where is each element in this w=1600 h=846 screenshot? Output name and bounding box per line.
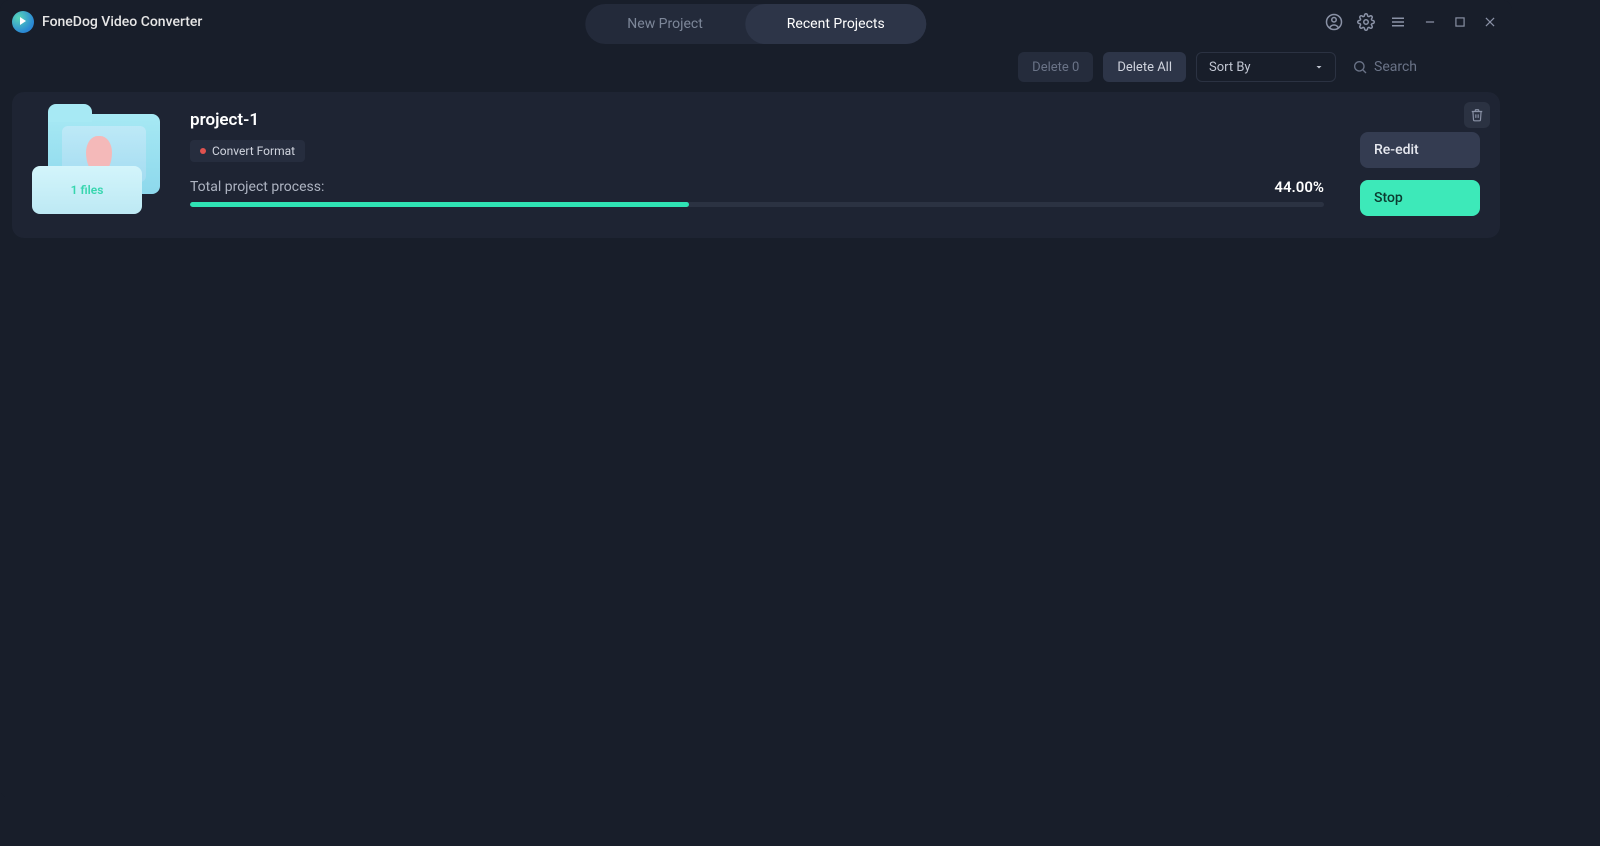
- tabs: New Project Recent Projects: [585, 4, 926, 44]
- folder-front-icon: 1 files: [32, 166, 142, 214]
- app-logo-icon: [12, 11, 34, 33]
- progress-fill: [190, 202, 689, 207]
- progress-percent: 44.00%: [1274, 178, 1324, 196]
- settings-icon[interactable]: [1354, 10, 1378, 34]
- search-icon: [1352, 59, 1368, 75]
- reedit-button[interactable]: Re-edit: [1360, 132, 1480, 168]
- search-box: [1346, 52, 1500, 82]
- status-dot-icon: [200, 148, 206, 154]
- progress-section: Total project process: 44.00%: [190, 172, 1324, 216]
- projects-list: 1 files project-1 Convert Format Total p…: [0, 92, 1512, 238]
- project-title: project-1: [190, 110, 1324, 130]
- search-input[interactable]: [1374, 59, 1494, 75]
- app-window: FoneDog Video Converter New Project Rece…: [0, 0, 1512, 798]
- sort-by-select[interactable]: Sort By: [1196, 52, 1336, 82]
- project-thumbnail: 1 files: [32, 114, 164, 214]
- toolbar: Delete 0 Delete All Sort By: [0, 44, 1512, 92]
- delete-all-button[interactable]: Delete All: [1103, 52, 1186, 82]
- app-title: FoneDog Video Converter: [42, 14, 202, 30]
- progress-bar: [190, 202, 1324, 207]
- maximize-icon[interactable]: [1450, 12, 1470, 32]
- project-main: project-1 Convert Format Total project p…: [190, 110, 1324, 216]
- minimize-icon[interactable]: [1420, 12, 1440, 32]
- delete-project-button[interactable]: [1464, 102, 1490, 128]
- project-card: 1 files project-1 Convert Format Total p…: [12, 92, 1500, 238]
- menu-icon[interactable]: [1386, 10, 1410, 34]
- app-brand: FoneDog Video Converter: [12, 11, 202, 33]
- titlebar: FoneDog Video Converter New Project Rece…: [0, 0, 1512, 44]
- project-tag-label: Convert Format: [212, 144, 295, 158]
- stop-button[interactable]: Stop: [1360, 180, 1480, 216]
- tab-recent-projects[interactable]: Recent Projects: [745, 4, 927, 44]
- project-actions: Re-edit Stop: [1350, 110, 1480, 216]
- progress-label: Total project process:: [190, 179, 324, 195]
- titlebar-right: [1322, 10, 1500, 34]
- delete-n-button[interactable]: Delete 0: [1018, 52, 1093, 82]
- tab-new-project[interactable]: New Project: [585, 4, 745, 44]
- account-icon[interactable]: [1322, 10, 1346, 34]
- close-icon[interactable]: [1480, 12, 1500, 32]
- sort-by-label: Sort By: [1209, 60, 1251, 75]
- chevron-down-icon: [1313, 61, 1325, 73]
- project-type-tag: Convert Format: [190, 140, 305, 162]
- trash-icon: [1470, 108, 1484, 122]
- project-files-count: 1 files: [71, 183, 104, 197]
